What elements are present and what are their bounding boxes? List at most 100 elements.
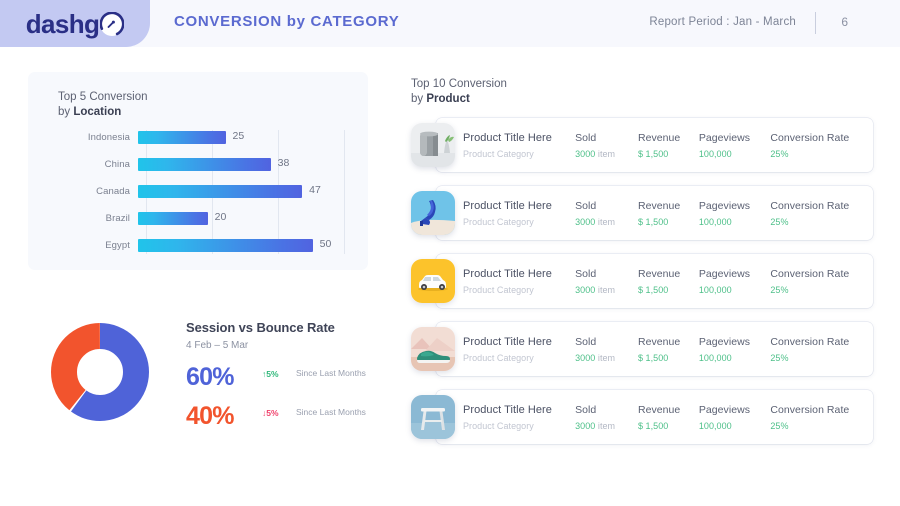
pageviews-cell: Pageviews 100,000 <box>699 336 771 363</box>
product-title-bold: Product <box>426 93 469 105</box>
table-row[interactable]: Product Title Here Product Category Sold… <box>411 118 873 172</box>
bar-track: 38 <box>138 158 348 171</box>
bar-fill <box>138 212 208 225</box>
product-title-line1: Top 10 Conversion <box>411 78 507 90</box>
conversion-rate-cell: Conversion Rate 25% <box>770 132 867 159</box>
sold-unit: item <box>598 421 615 431</box>
sold-value: 3000 item <box>575 149 638 159</box>
bar-chart-title-bold: Location <box>73 106 121 118</box>
product-columns: Product Title Here Product Category Sold… <box>463 390 867 444</box>
revenue-label: Revenue <box>638 336 699 348</box>
table-row[interactable]: Product Title Here Product Category Sold… <box>411 322 873 376</box>
product-title-cell: Product Title Here Product Category <box>463 404 575 431</box>
pageviews-cell: Pageviews 100,000 <box>699 268 771 295</box>
page-title: CONVERSION by CATEGORY <box>174 13 399 30</box>
revenue-cell: Revenue $ 1,500 <box>638 336 699 363</box>
bar-track: 47 <box>138 185 348 198</box>
table-row[interactable]: Product Title Here Product Category Sold… <box>411 390 873 444</box>
pageviews-cell: Pageviews 100,000 <box>699 200 771 227</box>
sold-unit: item <box>598 217 615 227</box>
sold-label: Sold <box>575 132 638 144</box>
conversion-rate-cell: Conversion Rate 25% <box>770 336 867 363</box>
bar-row: Brazil 20 <box>58 211 348 226</box>
bar-value-label: 25 <box>233 130 245 142</box>
sold-number: 3000 <box>575 421 595 431</box>
product-title: Product Title Here <box>463 200 575 212</box>
sold-value: 3000 item <box>575 421 638 431</box>
sold-label: Sold <box>575 404 638 416</box>
sold-cell: Sold 3000 item <box>575 268 638 295</box>
table-row[interactable]: Product Title Here Product Category Sold… <box>411 186 873 240</box>
bar-fill <box>138 185 302 198</box>
product-title: Product Title Here <box>463 132 575 144</box>
sold-cell: Sold 3000 item <box>575 132 638 159</box>
sold-value: 3000 item <box>575 353 638 363</box>
conversion-rate-label: Conversion Rate <box>770 404 867 416</box>
revenue-cell: Revenue $ 1,500 <box>638 132 699 159</box>
product-columns: Product Title Here Product Category Sold… <box>463 254 867 308</box>
bar-chart-title-prefix: by <box>58 106 73 118</box>
sold-unit: item <box>598 353 615 363</box>
stat-row-session: 60% ↑5% Since Last Months <box>186 365 376 390</box>
sold-label: Sold <box>575 200 638 212</box>
bar-value-label: 50 <box>320 238 332 250</box>
product-title-cell: Product Title Here Product Category <box>463 132 575 159</box>
bar-fill <box>138 239 313 252</box>
pageviews-label: Pageviews <box>699 200 771 212</box>
donut-chart <box>50 322 150 422</box>
sold-number: 3000 <box>575 217 595 227</box>
product-columns: Product Title Here Product Category Sold… <box>463 186 867 240</box>
white-stool-thumbnail <box>411 395 455 439</box>
conversion-rate-cell: Conversion Rate 25% <box>770 200 867 227</box>
bar-category-label: Egypt <box>58 240 138 251</box>
stat-percent: 60% <box>186 365 262 390</box>
conversion-rate-cell: Conversion Rate 25% <box>770 268 867 295</box>
conversion-rate-value: 25% <box>770 149 867 159</box>
bar-row: Egypt 50 <box>58 238 348 253</box>
pageviews-label: Pageviews <box>699 404 771 416</box>
gauge-icon-svg <box>100 12 124 36</box>
pageviews-cell: Pageviews 100,000 <box>699 132 771 159</box>
revenue-cell: Revenue $ 1,500 <box>638 200 699 227</box>
stat-delta-down-icon: ↓5% <box>262 408 296 418</box>
revenue-cell: Revenue $ 1,500 <box>638 268 699 295</box>
logo-text: dashg <box>26 11 100 37</box>
table-row[interactable]: Product Title Here Product Category Sold… <box>411 254 873 308</box>
gauge-icon <box>100 12 124 36</box>
bar-category-label: Canada <box>58 186 138 197</box>
revenue-value: $ 1,500 <box>638 353 699 363</box>
product-section-title: Top 10 Conversion by Product <box>411 77 507 106</box>
sold-unit: item <box>598 285 615 295</box>
logo: dashg <box>26 11 125 37</box>
bar-value-label: 20 <box>215 211 227 223</box>
report-period-label: Report Period : Jan - March <box>649 16 796 28</box>
conversion-rate-label: Conversion Rate <box>770 132 867 144</box>
bar-row: Indonesia 25 <box>58 130 348 145</box>
product-category: Product Category <box>463 353 575 363</box>
conversion-rate-label: Conversion Rate <box>770 336 867 348</box>
stat-percent: 40% <box>186 404 262 429</box>
sold-number: 3000 <box>575 353 595 363</box>
sold-unit: item <box>598 149 615 159</box>
stat-delta-up-icon: ↑5% <box>262 369 296 379</box>
conversion-rate-label: Conversion Rate <box>770 268 867 280</box>
green-sneaker-thumbnail <box>411 327 455 371</box>
donut-subtitle: 4 Feb – 5 Mar <box>186 340 376 351</box>
bar-fill <box>138 158 271 171</box>
pageviews-value: 100,000 <box>699 353 771 363</box>
session-bounce-section: Session vs Bounce Rate 4 Feb – 5 Mar 60%… <box>28 312 373 452</box>
logo-badge[interactable]: dashg <box>0 0 150 47</box>
product-title-prefix: by <box>411 93 426 105</box>
product-title-cell: Product Title Here Product Category <box>463 268 575 295</box>
sold-cell: Sold 3000 item <box>575 336 638 363</box>
revenue-label: Revenue <box>638 200 699 212</box>
sold-number: 3000 <box>575 149 595 159</box>
pageviews-value: 100,000 <box>699 217 771 227</box>
speaker-plant-thumbnail <box>411 123 455 167</box>
bar-category-label: China <box>58 159 138 170</box>
conversion-rate-cell: Conversion Rate 25% <box>770 404 867 431</box>
pageviews-value: 100,000 <box>699 421 771 431</box>
revenue-label: Revenue <box>638 132 699 144</box>
top-locations-card: Top 5 Conversion by Location Indonesia 2… <box>28 72 368 270</box>
sold-label: Sold <box>575 336 638 348</box>
